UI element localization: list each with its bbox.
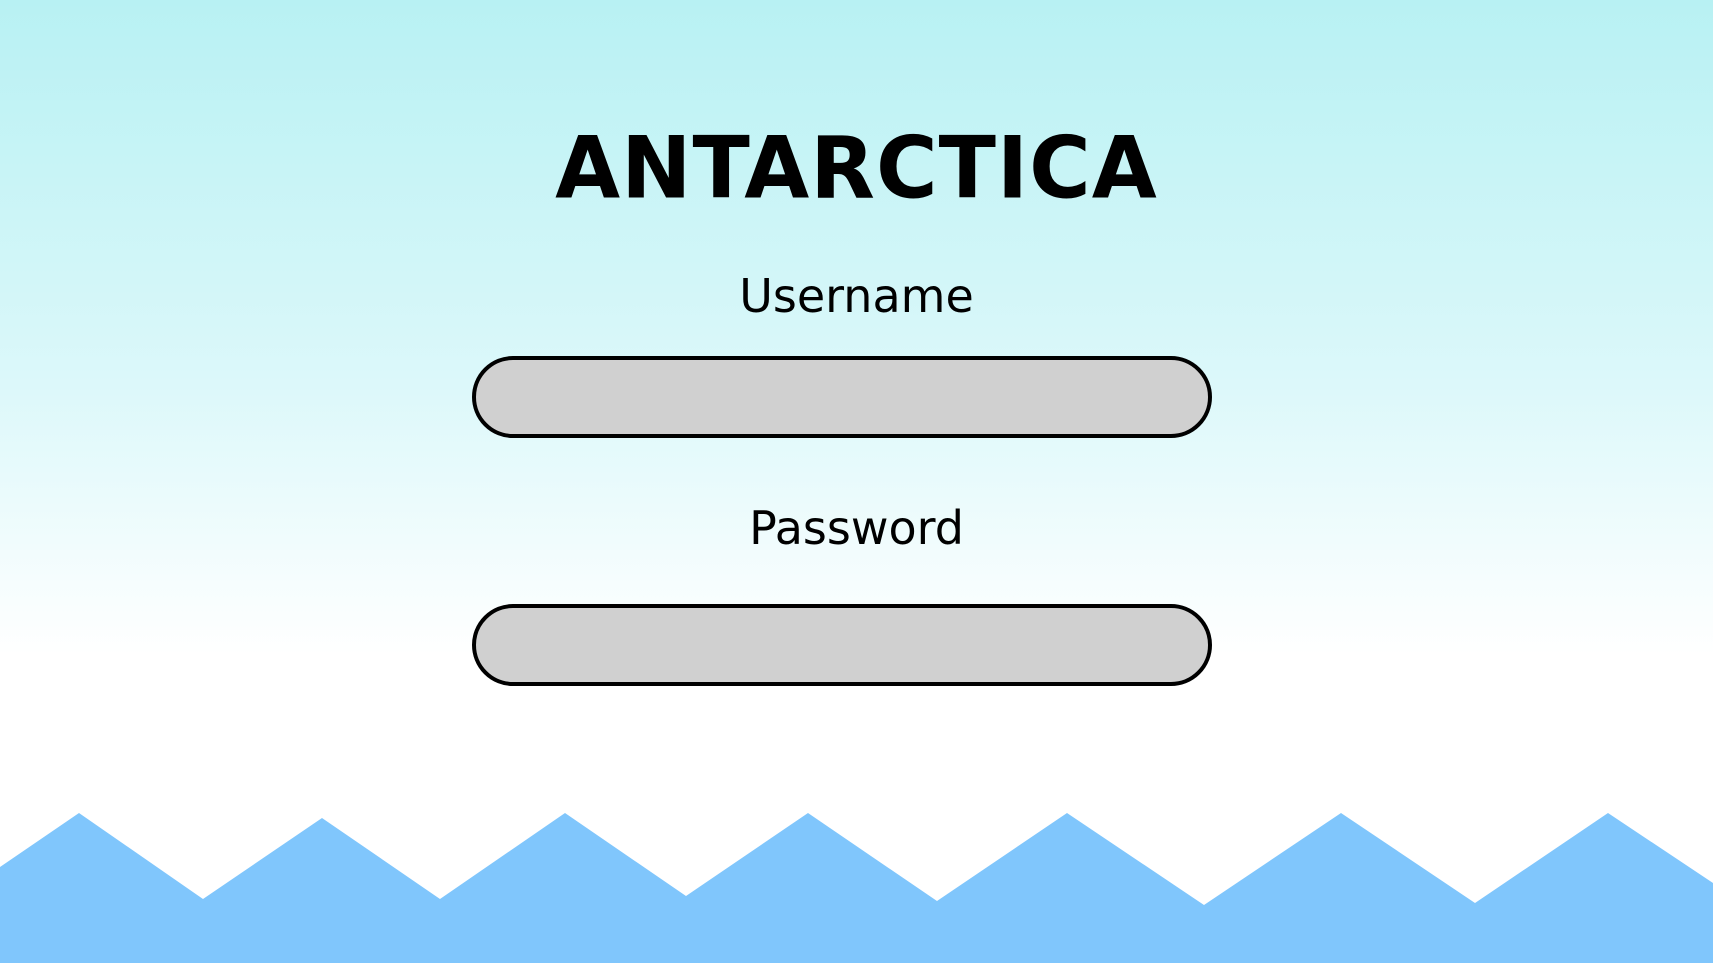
icy-mountains-decoration xyxy=(0,813,1713,963)
app-title: ANTARCTICA xyxy=(555,118,1158,218)
password-input[interactable] xyxy=(472,604,1212,686)
mountain-range-shape xyxy=(0,813,1713,963)
username-input[interactable] xyxy=(472,356,1212,438)
password-label: Password xyxy=(749,501,964,555)
username-label: Username xyxy=(739,269,974,323)
login-screen: ANTARCTICA Username Password xyxy=(0,0,1713,963)
